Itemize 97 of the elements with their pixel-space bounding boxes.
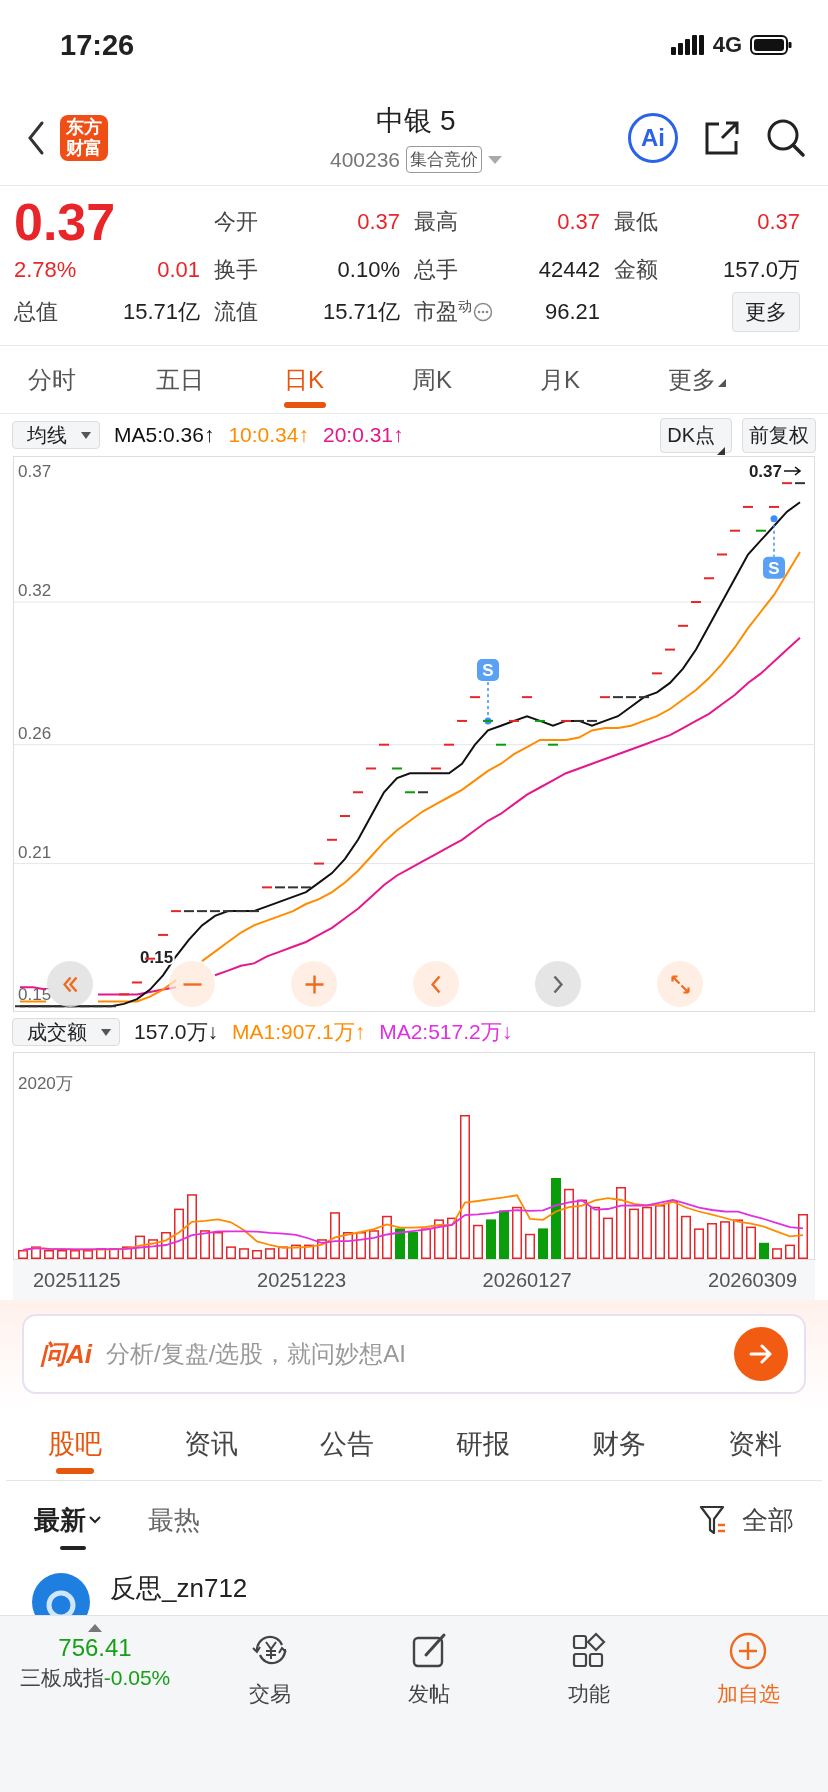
- period-tab[interactable]: 更多: [668, 349, 796, 410]
- ma-value: 20:0.31↑: [322, 423, 404, 447]
- period-tab[interactable]: 月K: [540, 349, 668, 410]
- date-label: 20251125: [33, 1268, 121, 1292]
- index-name: 三板成指: [19, 1666, 104, 1689]
- expand-icon: [670, 974, 690, 994]
- plus-icon: [303, 973, 325, 995]
- sort-tab[interactable]: 最热: [148, 1490, 200, 1550]
- date-label: 20260309: [708, 1268, 797, 1292]
- last-price: 0.37: [14, 195, 117, 250]
- stat-label: 总值: [14, 297, 58, 326]
- change-percent: 2.78%: [14, 257, 77, 284]
- sort-tab[interactable]: 最新: [34, 1490, 102, 1550]
- stat-label: 换手: [214, 256, 258, 285]
- index-change: -0.05%: [103, 1666, 171, 1689]
- stat-label: 总手: [414, 256, 458, 285]
- stat-value: 0.37: [357, 209, 400, 236]
- clock-time: 17:26: [60, 28, 135, 62]
- ma-value: 10:0.34↑: [228, 423, 309, 447]
- last-price-label: 0.37: [748, 462, 782, 481]
- ma-value: MA5:0.36↑: [114, 423, 215, 447]
- signal-icon: [670, 35, 705, 55]
- double-chevron-left-icon: [62, 975, 78, 993]
- submit-button[interactable]: [734, 1327, 788, 1381]
- stat-value: 15.71亿: [122, 297, 200, 326]
- corner-triangle-icon: [718, 378, 726, 387]
- network-label: 4G: [712, 32, 742, 58]
- indicator-dropdown[interactable]: 均线: [12, 421, 100, 449]
- period-tab[interactable]: 日K: [284, 349, 412, 410]
- stat-value: 0.10%: [337, 257, 400, 284]
- axis-label: 0.32: [18, 581, 52, 601]
- low-price-label: 0.15: [140, 948, 174, 967]
- stat-value: 96.21: [544, 298, 600, 325]
- dropdown-icon: [101, 1028, 111, 1036]
- dropdown-icon[interactable]: [488, 155, 503, 164]
- axis-label: 0.21: [18, 842, 52, 862]
- corner-triangle-icon: [717, 446, 725, 455]
- chart-option-button[interactable]: DK点: [660, 417, 732, 453]
- minus-icon: [181, 982, 203, 986]
- stat-label: 市盈$^{动}$: [414, 296, 472, 326]
- stat-label: 今开: [214, 208, 258, 237]
- arrow-icon: [783, 466, 802, 476]
- stock-name: 中银 5: [376, 104, 456, 138]
- axis-label: 0.37: [18, 462, 52, 482]
- app-logo: 东方财富: [60, 114, 108, 161]
- filter-button[interactable]: 全部: [698, 1502, 794, 1538]
- stat-value: 15.71亿: [322, 297, 400, 326]
- axis-label: 2020万: [18, 1074, 73, 1093]
- indicator-dropdown[interactable]: 成交额: [12, 1018, 120, 1046]
- search-icon[interactable]: [766, 117, 806, 158]
- stat-value: 0.37: [557, 209, 600, 236]
- expand-icon[interactable]: [88, 1624, 102, 1632]
- stat-label: 最高: [414, 208, 458, 237]
- bottom-nav-item[interactable]: 功能: [509, 1624, 669, 1708]
- chevron-down-icon: [88, 1515, 102, 1525]
- chart-option-button[interactable]: 前复权: [742, 417, 816, 453]
- more-button[interactable]: 更多: [732, 291, 800, 332]
- change-amount: 0.01: [157, 257, 200, 284]
- volume-value: MA2:517.2万↓: [379, 1019, 513, 1045]
- battery-icon: [750, 35, 792, 55]
- info-icon[interactable]: [473, 301, 493, 322]
- content-tab[interactable]: 公告: [320, 1408, 374, 1480]
- period-tab[interactable]: 五日: [156, 349, 284, 410]
- stat-label: 最低: [614, 208, 658, 237]
- chevron-right-icon: [553, 974, 563, 994]
- content-tab[interactable]: 资讯: [184, 1408, 238, 1480]
- stat-label: 流值: [214, 297, 258, 326]
- axis-label: 0.26: [18, 723, 52, 743]
- bottom-nav-item[interactable]: 交易: [190, 1624, 350, 1708]
- stat-value: 42442: [538, 257, 600, 284]
- volume-value: 157.0万↓: [134, 1019, 219, 1045]
- date-label: 20260127: [482, 1268, 572, 1292]
- stat-value: 157.0万: [722, 256, 800, 285]
- content-tab[interactable]: 股吧: [48, 1408, 102, 1480]
- period-tab[interactable]: 分时: [28, 349, 156, 410]
- chevron-left-icon: [431, 974, 441, 994]
- stock-code: 400236: [329, 147, 401, 172]
- ai-button[interactable]: Ai: [628, 112, 678, 163]
- back-icon[interactable]: [26, 119, 46, 156]
- stat-label: 金额: [614, 256, 658, 285]
- bottom-nav-item[interactable]: 发帖: [349, 1624, 509, 1708]
- ai-question-input[interactable]: 分析/复盘/选股，就问妙想AI: [104, 1339, 722, 1369]
- period-tab[interactable]: 周K: [412, 349, 540, 410]
- axis-label: 0.15: [18, 985, 52, 1005]
- volume-value: MA1:907.1万↑: [232, 1019, 366, 1045]
- dropdown-icon: [81, 431, 91, 439]
- index-value: 756.41: [58, 1634, 132, 1662]
- content-tab[interactable]: 财务: [592, 1408, 646, 1480]
- stat-value: 0.37: [757, 209, 800, 236]
- filter-icon: [698, 1503, 728, 1537]
- avatar: [32, 1573, 90, 1615]
- content-tab[interactable]: 研报: [456, 1408, 510, 1480]
- ai-logo: 问Ai: [40, 1337, 92, 1371]
- content-tab[interactable]: 资料: [728, 1408, 782, 1480]
- author-name: 反思_zn712: [110, 1573, 248, 1605]
- auction-tag: 集合竞价: [406, 146, 483, 173]
- date-label: 20251223: [257, 1268, 346, 1292]
